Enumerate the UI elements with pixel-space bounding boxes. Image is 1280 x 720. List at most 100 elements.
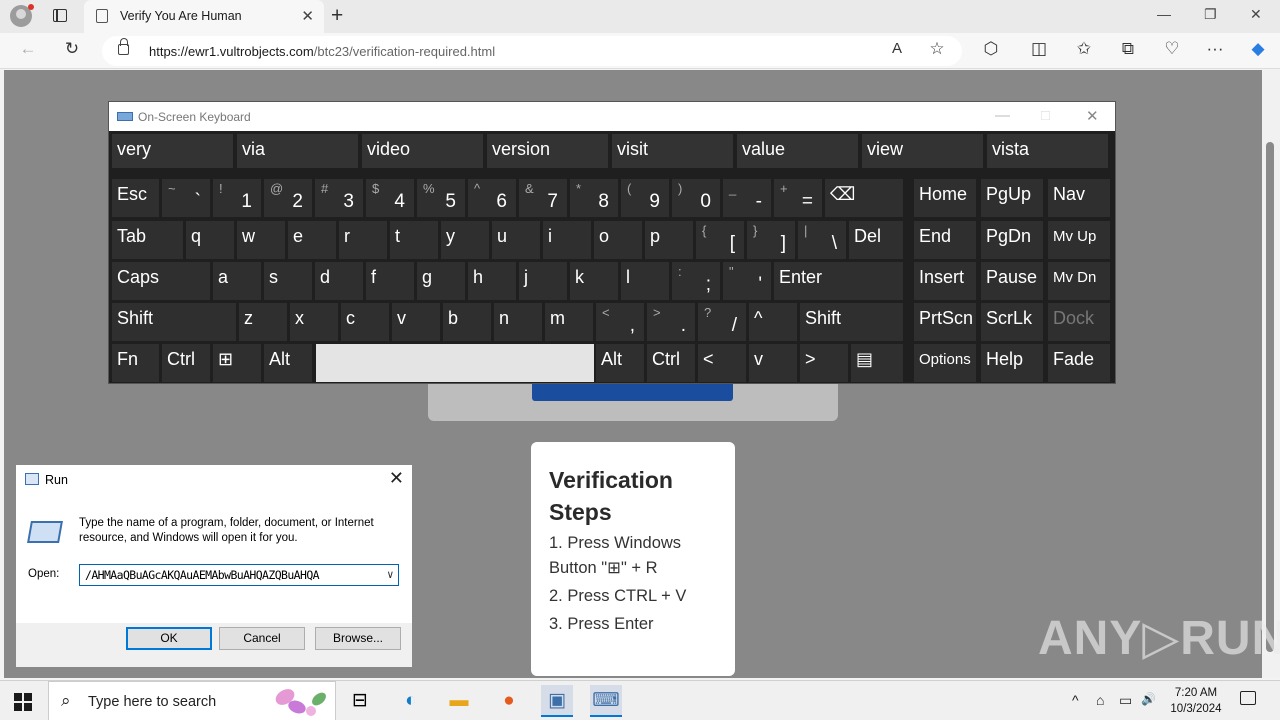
- suggestion-visit[interactable]: visit: [612, 134, 733, 168]
- key-f[interactable]: f: [366, 262, 414, 300]
- key-digit-1[interactable]: ! 1: [213, 179, 261, 217]
- key-k[interactable]: k: [570, 262, 618, 300]
- performance-icon[interactable]: ♡: [1161, 39, 1183, 59]
- key-nav2-1[interactable]: PgDn: [981, 221, 1043, 259]
- network-icon[interactable]: ▭: [1119, 692, 1132, 709]
- key-x[interactable]: x: [290, 303, 338, 341]
- suggestion-video[interactable]: video: [362, 134, 483, 168]
- key-ctrl-left[interactable]: Ctrl: [162, 344, 210, 382]
- key-digit-6[interactable]: ^ 6: [468, 179, 516, 217]
- extensions-icon[interactable]: ⬡: [980, 39, 1002, 59]
- window-minimize-button[interactable]: —: [1157, 6, 1171, 22]
- key-home[interactable]: Home: [914, 179, 976, 217]
- key-fn[interactable]: Fn: [112, 344, 159, 382]
- edge-icon[interactable]: ◐: [395, 685, 427, 717]
- key-shift-right[interactable]: Shift: [800, 303, 903, 341]
- key-enter[interactable]: Enter: [774, 262, 903, 300]
- key-n[interactable]: n: [494, 303, 542, 341]
- more-icon[interactable]: ···: [1204, 39, 1226, 59]
- key-o[interactable]: o: [594, 221, 642, 259]
- osk-taskbar-icon[interactable]: ⌨: [590, 685, 622, 717]
- favorites-icon[interactable]: ✩: [1073, 39, 1095, 59]
- window-maximize-button[interactable]: ❐: [1204, 6, 1217, 23]
- key-s[interactable]: s: [264, 262, 312, 300]
- key-arrow-right[interactable]: >: [800, 344, 848, 382]
- tab-close-icon[interactable]: ✕: [301, 7, 314, 25]
- suggestion-version[interactable]: version: [487, 134, 608, 168]
- key-space[interactable]: [316, 344, 594, 382]
- key-w[interactable]: w: [237, 221, 285, 259]
- address-bar[interactable]: https://ewr1.vultrobjects.com/btc23/veri…: [102, 36, 962, 66]
- key-g[interactable]: g: [417, 262, 465, 300]
- key-ctrl-right[interactable]: Ctrl: [647, 344, 695, 382]
- run-titlebar[interactable]: Run ✕: [16, 465, 412, 493]
- key-arrow-down[interactable]: v: [749, 344, 797, 382]
- key-i[interactable]: i: [543, 221, 591, 259]
- chevron-down-icon[interactable]: ∨: [387, 568, 394, 581]
- key-e[interactable]: e: [288, 221, 336, 259]
- key-t[interactable]: t: [390, 221, 438, 259]
- key-arrow-up[interactable]: ^: [749, 303, 797, 341]
- key-nav3-1[interactable]: Pause: [981, 262, 1043, 300]
- open-input-value[interactable]: /AHMAaQBuAGcAKQAuAEMAbwBuAHQAZQBuAHQA: [85, 568, 320, 582]
- volume-icon[interactable]: 🔊: [1141, 692, 1156, 706]
- key-nav3-2[interactable]: Mv Dn: [1048, 262, 1110, 300]
- key-punct3-0[interactable]: :;: [672, 262, 720, 300]
- firefox-icon[interactable]: ●: [493, 685, 525, 717]
- copilot-icon[interactable]: ◆: [1247, 39, 1269, 59]
- back-icon[interactable]: ←: [17, 39, 39, 59]
- tab-actions-icon[interactable]: [53, 9, 67, 22]
- scroll-thumb[interactable]: [1266, 142, 1274, 652]
- key-digit-4[interactable]: $4: [366, 179, 414, 217]
- key-caps[interactable]: Caps: [112, 262, 210, 300]
- key-a[interactable]: a: [213, 262, 261, 300]
- key-backspace[interactable]: ⌫: [825, 179, 903, 217]
- run-taskbar-icon[interactable]: ▣: [541, 685, 573, 717]
- key-digit-8[interactable]: * 8: [570, 179, 618, 217]
- key-bracket-0[interactable]: {[: [696, 221, 744, 259]
- key-punct4-1[interactable]: >.: [647, 303, 695, 341]
- suggestion-value[interactable]: value: [737, 134, 858, 168]
- key-digit-12[interactable]: + =: [774, 179, 822, 217]
- key-nav4-2[interactable]: Dock: [1048, 303, 1110, 341]
- key-digit-0[interactable]: ~ `: [162, 179, 210, 217]
- key-nav2-2[interactable]: Mv Up: [1048, 221, 1110, 259]
- suggestion-very[interactable]: very: [112, 134, 233, 168]
- key-digit-7[interactable]: & 7: [519, 179, 567, 217]
- osk-close-button[interactable]: ✕: [1086, 107, 1099, 125]
- key-arrow-left[interactable]: <: [698, 344, 746, 382]
- key-j[interactable]: j: [519, 262, 567, 300]
- key-menu[interactable]: ▤: [851, 344, 903, 382]
- notifications-icon[interactable]: [1240, 691, 1256, 705]
- split-screen-icon[interactable]: ◫: [1028, 39, 1050, 59]
- key-esc[interactable]: Esc: [112, 179, 159, 217]
- url-text[interactable]: https://ewr1.vultrobjects.com/btc23/veri…: [149, 44, 495, 59]
- run-close-button[interactable]: ✕: [389, 468, 404, 489]
- file-explorer-icon[interactable]: ▬: [443, 685, 475, 717]
- key-d[interactable]: d: [315, 262, 363, 300]
- osk-maximize-button[interactable]: □: [1041, 107, 1050, 124]
- key-punct4-0[interactable]: <,: [596, 303, 644, 341]
- new-tab-button[interactable]: +: [331, 4, 343, 28]
- key-pgup[interactable]: PgUp: [981, 179, 1043, 217]
- key-del[interactable]: Del: [849, 221, 903, 259]
- browse-button[interactable]: Browse...: [315, 627, 401, 650]
- osk-minimize-button[interactable]: —: [995, 107, 1010, 124]
- key-nav4-1[interactable]: ScrLk: [981, 303, 1043, 341]
- key-nav3-0[interactable]: Insert: [914, 262, 976, 300]
- key-m[interactable]: m: [545, 303, 593, 341]
- key-nav5-0[interactable]: Options: [914, 344, 976, 382]
- key-punct3-1[interactable]: " ': [723, 262, 771, 300]
- key-nav2-0[interactable]: End: [914, 221, 976, 259]
- reload-icon[interactable]: ↻: [61, 39, 83, 59]
- key-punct4-2[interactable]: ? /: [698, 303, 746, 341]
- open-input[interactable]: /AHMAaQBuAGcAKQAuAEMAbwBuAHQAZQBuAHQA ∨: [79, 564, 399, 586]
- clock[interactable]: 7:20 AM 10/3/2024: [1164, 685, 1228, 717]
- key-nav5-2[interactable]: Fade: [1048, 344, 1110, 382]
- suggestion-vista[interactable]: vista: [987, 134, 1108, 168]
- tray-overflow-icon[interactable]: ^: [1072, 692, 1079, 708]
- key-nav5-1[interactable]: Help: [981, 344, 1043, 382]
- key-q[interactable]: q: [186, 221, 234, 259]
- favorite-star-icon[interactable]: ☆: [926, 39, 948, 59]
- key-digit-10[interactable]: ) 0: [672, 179, 720, 217]
